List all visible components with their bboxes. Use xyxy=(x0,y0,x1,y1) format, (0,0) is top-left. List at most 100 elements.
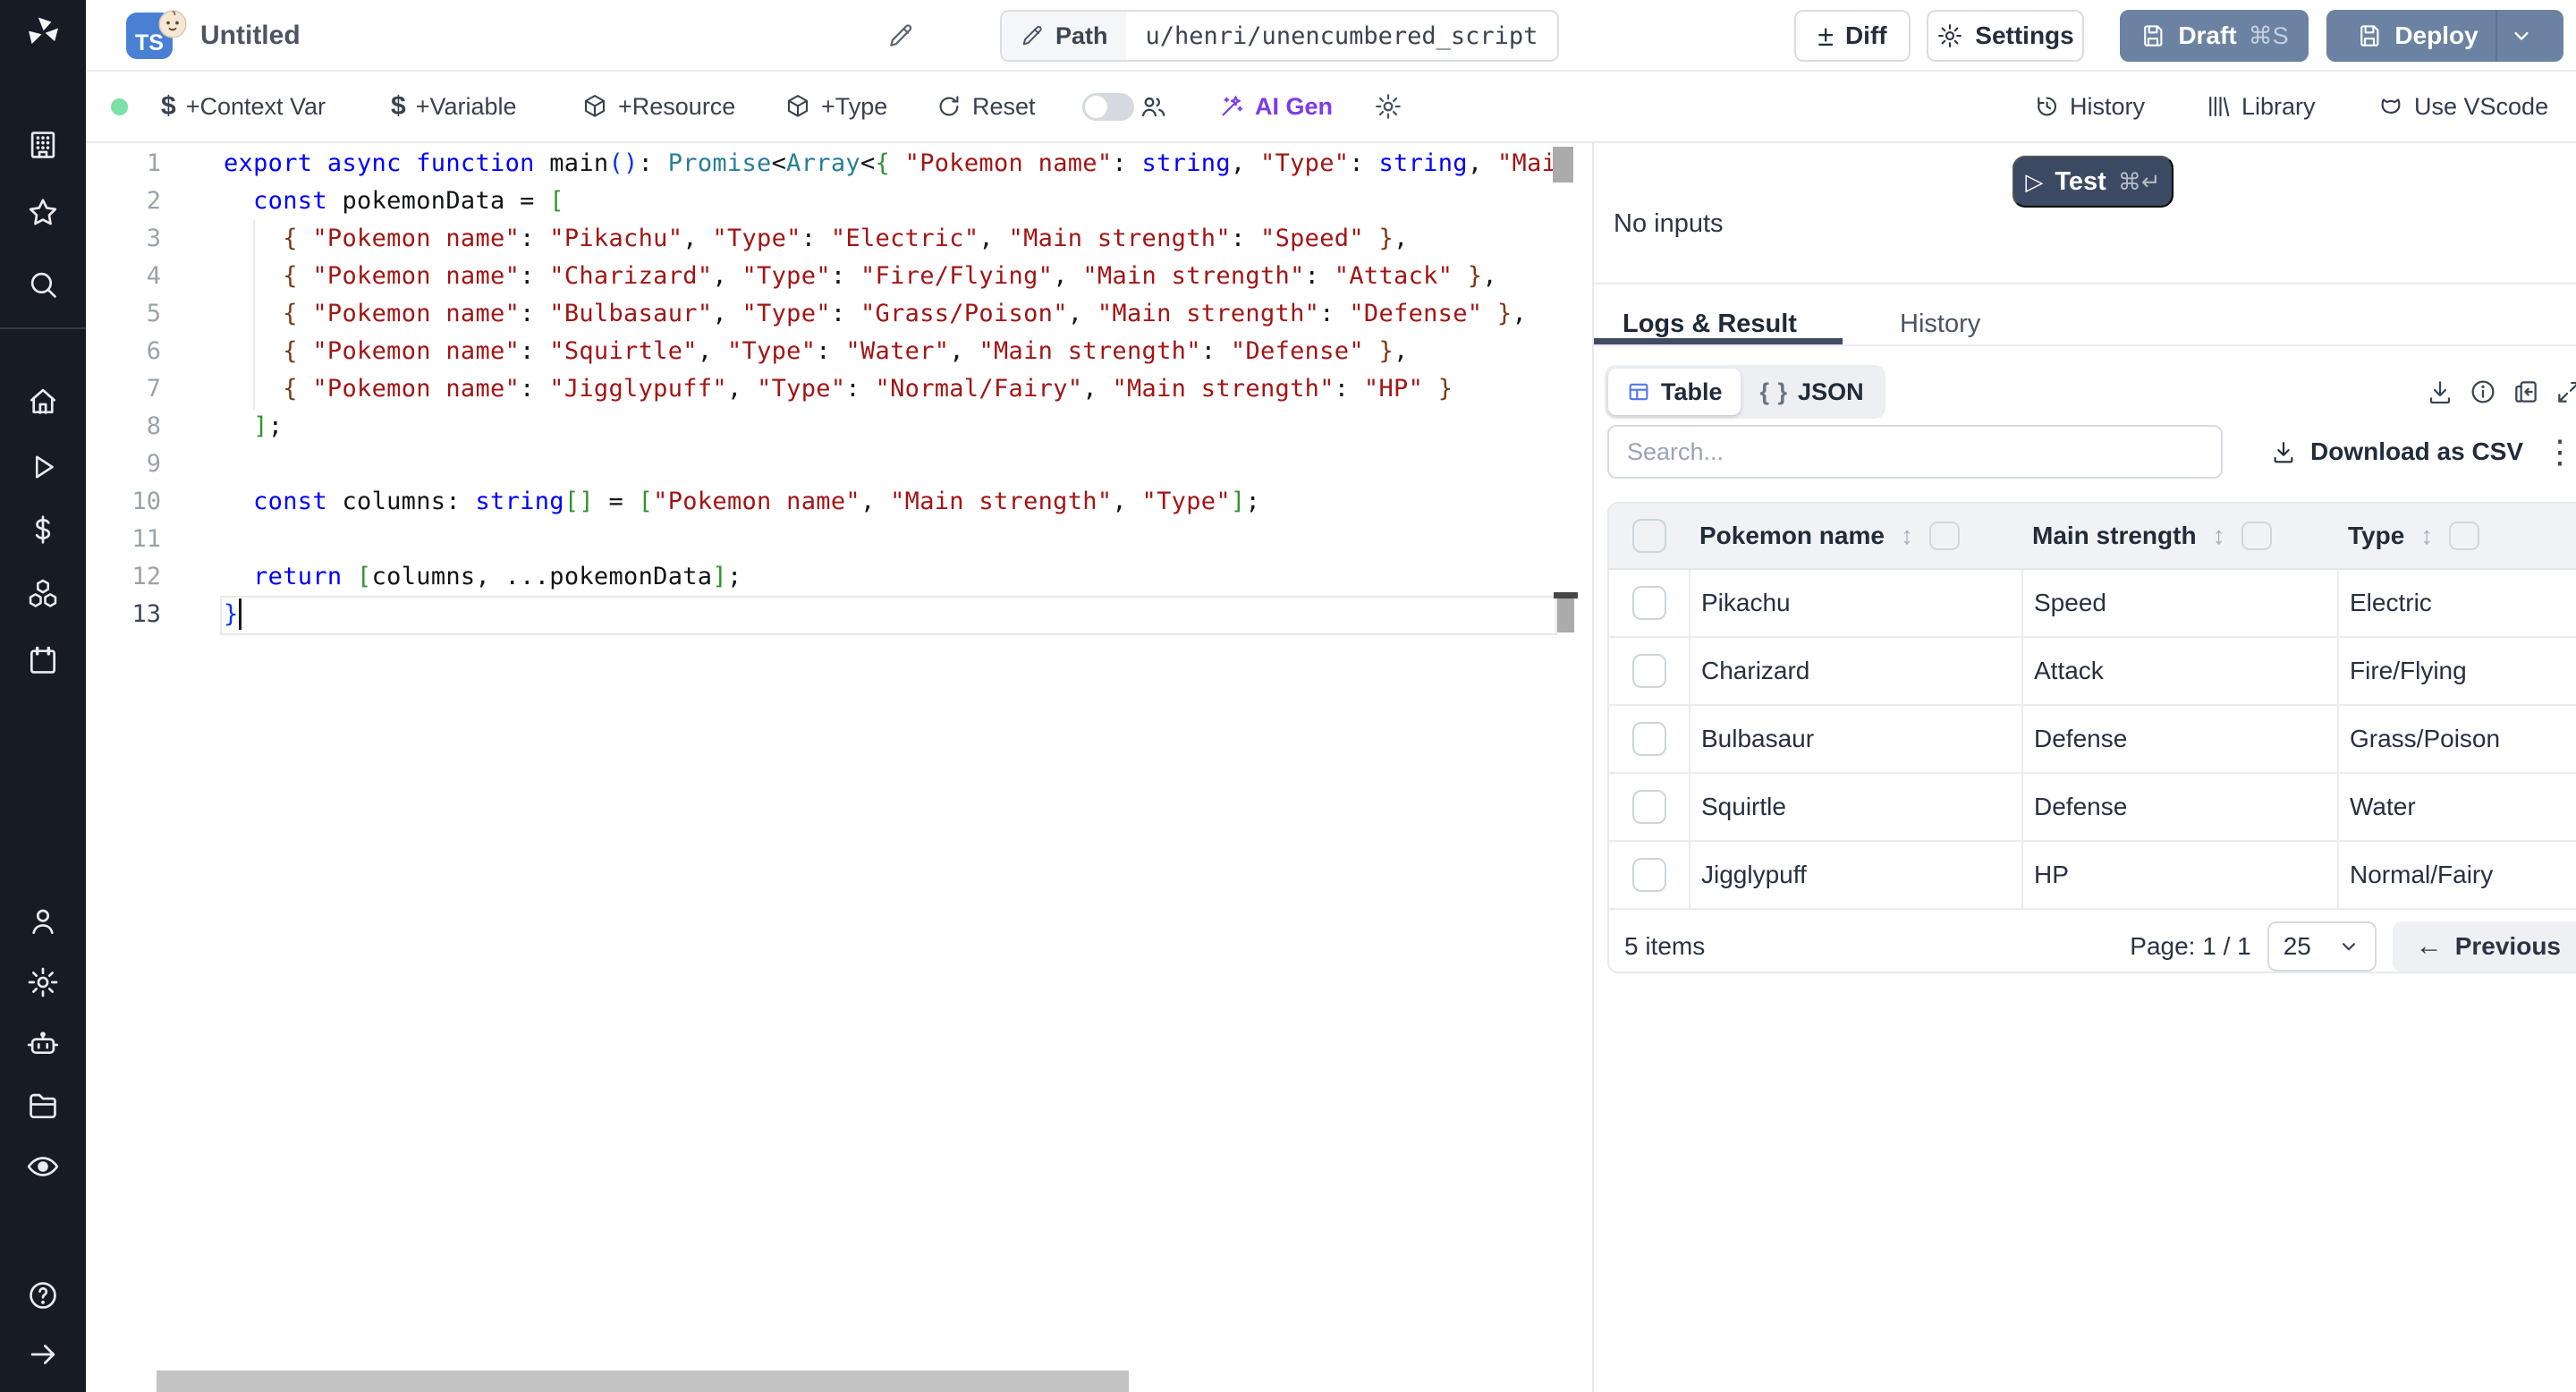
table-cell: HP xyxy=(2021,842,2337,908)
info-icon[interactable] xyxy=(2469,378,2497,406)
row-checkbox[interactable] xyxy=(1631,858,1666,892)
result-table-card: Pokemon name ↕ Main strength ↕ Type ↕ Pi… xyxy=(1607,502,2576,973)
copy-to-clipboard-icon[interactable] xyxy=(2512,378,2540,406)
table-cell: Jigglypuff xyxy=(1689,842,2021,908)
workers-robot-icon[interactable] xyxy=(23,1025,63,1065)
line-number: 7 xyxy=(146,375,161,403)
column-toggle-box[interactable] xyxy=(2241,522,2272,550)
code-line[interactable]: { "Pokemon name": "Pikachu", "Type": "El… xyxy=(224,220,1590,258)
table-row[interactable]: Jigglypuff HP Normal/Fairy xyxy=(1609,842,2576,910)
table-row[interactable]: Pikachu Speed Electric xyxy=(1609,570,2576,638)
horizontal-scrollbar-thumb[interactable] xyxy=(157,1371,1129,1392)
vertical-scrollbar-thumb[interactable] xyxy=(1557,598,1574,632)
column-toggle-box[interactable] xyxy=(1928,522,1960,550)
code-line[interactable] xyxy=(224,521,1590,558)
code-line[interactable]: const pokemonData = [ xyxy=(224,182,1590,220)
column-toggle-box[interactable] xyxy=(2449,522,2480,550)
line-number-gutter: 1 2 3 4 5 6 7 8 9 10 11 12 13 xyxy=(86,145,168,633)
add-resource-button[interactable]: +Resource xyxy=(581,72,735,141)
code-line[interactable]: { "Pokemon name": "Squirtle", "Type": "W… xyxy=(224,333,1590,370)
path-widget[interactable]: Path u/henri/unencumbered_script xyxy=(1000,10,1560,62)
add-context-var-button[interactable]: $ +Context Var xyxy=(161,72,326,141)
add-variable-button[interactable]: $ +Variable xyxy=(391,72,517,141)
line-number: 4 xyxy=(146,262,161,290)
select-all-checkbox[interactable] xyxy=(1631,519,1666,553)
ai-gen-button[interactable]: AI Gen xyxy=(1218,72,1333,141)
code-line[interactable]: { "Pokemon name": "Jigglypuff", "Type": … xyxy=(224,370,1590,408)
row-checkbox[interactable] xyxy=(1631,722,1666,756)
home-icon[interactable] xyxy=(23,381,63,420)
multiplayer-toggle[interactable] xyxy=(1082,93,1134,121)
path-value[interactable]: u/henri/unencumbered_script xyxy=(1126,12,1558,60)
settings-button[interactable]: Settings xyxy=(1927,10,2084,62)
download-result-icon[interactable] xyxy=(2426,378,2454,406)
row-checkbox[interactable] xyxy=(1631,654,1666,688)
code-line[interactable]: export async function main(): Promise<Ar… xyxy=(224,145,1590,182)
draft-button[interactable]: Draft ⌘S xyxy=(2120,10,2309,62)
column-header-type[interactable]: Type ↕ xyxy=(2337,522,2576,550)
diff-button[interactable]: ± Diff xyxy=(1794,10,1911,62)
schedules-calendar-icon[interactable] xyxy=(23,641,63,680)
code-line[interactable]: return [columns, ...pokemonData]; xyxy=(224,558,1590,596)
page-size-select[interactable]: 25 xyxy=(2267,921,2377,972)
table-row[interactable]: Charizard Attack Fire/Flying xyxy=(1609,638,2576,706)
expand-sidebar-arrow-icon[interactable] xyxy=(23,1335,63,1374)
help-icon[interactable] xyxy=(23,1276,63,1315)
use-vscode-button[interactable]: Use VScode xyxy=(2377,72,2548,141)
view-json-tab[interactable]: { } JSON xyxy=(1742,369,1882,415)
windmill-logo-icon[interactable] xyxy=(23,13,63,52)
sort-icon[interactable]: ↕ xyxy=(1901,522,1913,550)
package-icon xyxy=(584,95,606,117)
sort-icon[interactable]: ↕ xyxy=(2213,522,2225,550)
run-result-panel: ▷ Test ⌘↵ No inputs Logs & Result Histor… xyxy=(1592,143,2576,1392)
result-search-input[interactable] xyxy=(1607,425,2223,479)
library-button[interactable]: Library xyxy=(2205,72,2316,141)
favorites-star-icon[interactable] xyxy=(23,193,63,233)
table-cell: Charizard xyxy=(1689,638,2021,704)
code-editor[interactable]: 1 2 3 4 5 6 7 8 9 10 11 12 13 export async function … xyxy=(86,143,1590,1392)
settings-gear-icon[interactable] xyxy=(23,963,63,1002)
column-header-pokemon-name[interactable]: Pokemon name ↕ xyxy=(1689,522,2021,550)
collaborators-icon[interactable] xyxy=(1139,72,1167,141)
code-line[interactable]: const columns: string[] = ["Pokemon name… xyxy=(224,483,1590,521)
search-icon[interactable] xyxy=(23,265,63,304)
code-line[interactable]: { "Pokemon name": "Bulbasaur", "Type": "… xyxy=(224,295,1590,333)
app-window: TS Untitled Path u/henri/unencumbered_sc… xyxy=(0,0,2576,1392)
code-content[interactable]: export async function main(): Promise<Ar… xyxy=(224,145,1590,633)
variables-dollar-icon[interactable] xyxy=(23,510,63,549)
expand-fullscreen-icon[interactable] xyxy=(2555,378,2576,406)
text-cursor xyxy=(239,598,242,630)
view-table-tab[interactable]: Table xyxy=(1608,369,1741,415)
code-line[interactable]: ]; xyxy=(224,408,1590,446)
resources-cubes-icon[interactable] xyxy=(23,574,63,614)
code-line[interactable] xyxy=(224,446,1590,483)
users-person-icon[interactable] xyxy=(23,902,63,941)
tab-history[interactable]: History xyxy=(1900,310,1980,339)
sort-icon[interactable]: ↕ xyxy=(2420,522,2433,550)
folders-icon[interactable] xyxy=(23,1086,63,1125)
previous-page-button[interactable]: ← Previous xyxy=(2392,921,2576,972)
table-cell: Speed xyxy=(2021,570,2337,636)
code-line[interactable]: } xyxy=(224,596,1590,633)
runs-play-icon[interactable] xyxy=(23,447,63,487)
edit-title-pencil-icon[interactable] xyxy=(886,21,915,50)
table-row[interactable]: Squirtle Defense Water xyxy=(1609,774,2576,842)
tab-logs-result[interactable]: Logs & Result xyxy=(1623,310,1797,339)
audit-eye-icon[interactable] xyxy=(23,1147,63,1186)
history-button[interactable]: History xyxy=(2033,72,2145,141)
row-checkbox[interactable] xyxy=(1631,586,1666,620)
table-row[interactable]: Bulbasaur Defense Grass/Poison xyxy=(1609,706,2576,774)
kebab-menu-icon[interactable]: ⋮ xyxy=(2544,425,2576,479)
row-checkbox[interactable] xyxy=(1631,790,1666,824)
code-line[interactable]: { "Pokemon name": "Charizard", "Type": "… xyxy=(224,258,1590,295)
column-header-main-strength[interactable]: Main strength ↕ xyxy=(2021,522,2337,550)
test-button[interactable]: ▷ Test ⌘↵ xyxy=(2012,156,2174,208)
workspace-icon[interactable] xyxy=(23,125,63,165)
reset-button[interactable]: Reset xyxy=(936,72,1036,141)
deploy-button[interactable]: Deploy xyxy=(2326,10,2563,62)
add-type-button[interactable]: +Type xyxy=(784,72,887,141)
download-csv-button[interactable]: Download as CSV xyxy=(2270,425,2523,479)
editor-settings-gear-icon[interactable] xyxy=(1374,72,1402,141)
vertical-scrollbar-thumb[interactable] xyxy=(1553,147,1573,182)
left-sidebar xyxy=(0,0,86,1392)
